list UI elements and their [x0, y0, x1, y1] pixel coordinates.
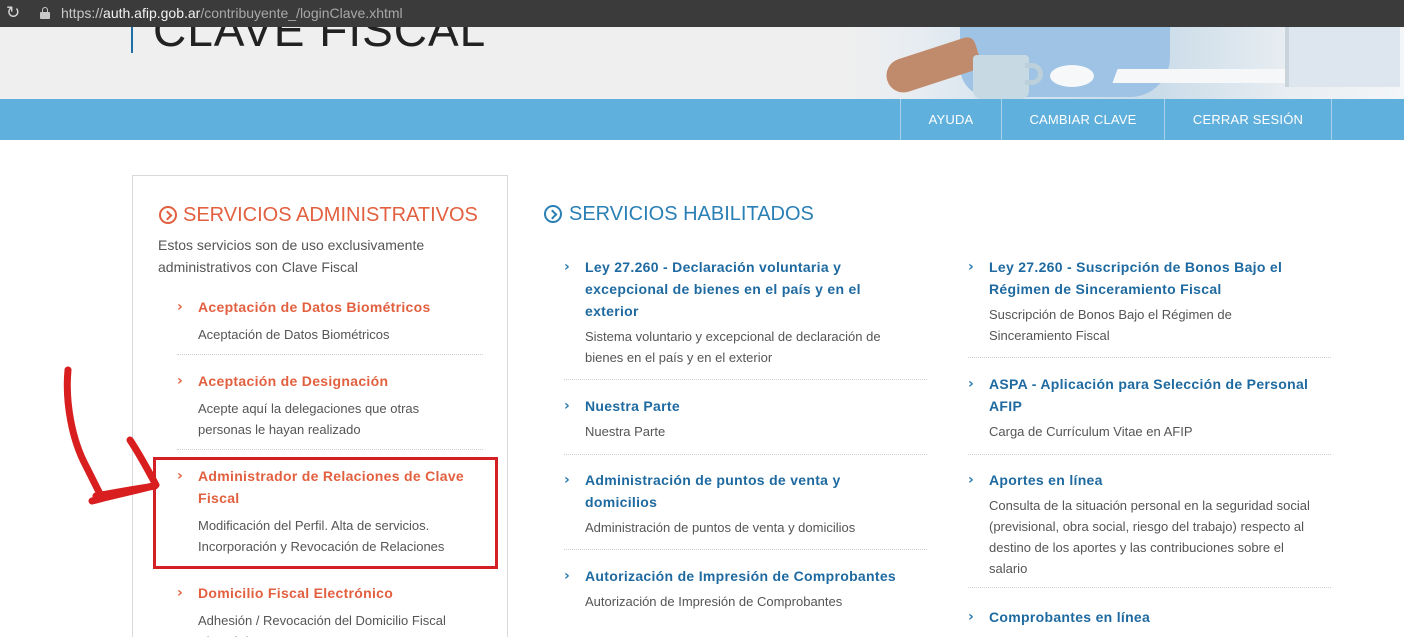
divider — [968, 357, 1331, 358]
service-description: Adhesión / Revocación del Domicilio Fisc… — [198, 613, 446, 637]
service-link[interactable]: Autorización de Impresión de Comprobante… — [585, 565, 925, 587]
service-link[interactable]: Aportes en línea — [989, 469, 1309, 491]
divider — [177, 449, 483, 450]
circle-chevron-right-icon — [159, 206, 177, 224]
nav-cerrar-sesion-link[interactable]: CERRAR SESIÓN — [1165, 99, 1331, 140]
service-link[interactable]: Administración de puntos de venta y domi… — [585, 469, 865, 513]
lock-icon — [40, 7, 50, 19]
service-link[interactable]: ASPA - Aplicación para Selección de Pers… — [989, 373, 1324, 417]
service-description: Acepte aquí la delegaciones que otras pe… — [198, 401, 420, 437]
nav-cambiar-clave-link[interactable]: CAMBIAR CLAVE — [1002, 99, 1164, 140]
chevron-right-icon: › — [564, 398, 570, 414]
service-link[interactable]: Domicilio Fiscal Electrónico — [198, 582, 483, 604]
circle-chevron-right-icon — [544, 205, 562, 223]
service-link[interactable]: Aceptación de Designación — [198, 370, 483, 392]
service-description: Administración de puntos de venta y domi… — [585, 520, 856, 535]
service-link[interactable]: Comprobantes en línea — [989, 606, 1309, 628]
chevron-right-icon: › — [968, 472, 974, 488]
service-link[interactable]: Ley 27.260 - Suscripción de Bonos Bajo e… — [989, 256, 1299, 300]
service-link[interactable]: Ley 27.260 - Declaración voluntaria y ex… — [585, 256, 885, 322]
enabled-services-title: SERVICIOS HABILITADOS — [569, 203, 814, 225]
chevron-right-icon: › — [968, 609, 974, 625]
divider — [564, 454, 927, 455]
divider — [968, 454, 1331, 455]
service-link[interactable]: Aceptación de Datos Biométricos — [198, 296, 483, 318]
chevron-right-icon: › — [564, 472, 570, 488]
service-description: Nuestra Parte — [585, 424, 666, 439]
divider — [177, 354, 483, 355]
service-description: Sistema voluntario y excepcional de decl… — [585, 329, 881, 365]
header-photo — [845, 27, 1404, 99]
chevron-right-icon: › — [177, 585, 183, 601]
service-description: Autorización de Impresión de Comprobante… — [585, 594, 843, 609]
chevron-right-icon: › — [564, 259, 570, 275]
brand-title: CLAVE FISCAL — [153, 27, 487, 56]
service-description: Suscripción de Bonos Bajo el Régimen de … — [989, 307, 1232, 343]
chevron-right-icon: › — [564, 568, 570, 584]
reload-icon[interactable]: ↻ — [6, 4, 24, 22]
admin-services-description: Estos servicios son de uso exclusivament… — [158, 237, 425, 275]
service-description: Aceptación de Datos Biométricos — [198, 327, 390, 342]
service-description: Carga de Currículum Vitae en AFIP — [989, 424, 1193, 439]
red-arrow-annotation — [63, 366, 160, 505]
brand-divider — [131, 27, 133, 53]
browser-address-bar[interactable]: ↻ https://auth.afip.gob.ar/contribuyente… — [0, 0, 1404, 27]
service-link[interactable]: Nuestra Parte — [585, 395, 905, 417]
top-navbar: AYUDA CAMBIAR CLAVE CERRAR SESIÓN — [0, 99, 1404, 140]
site-header: CLAVE FISCAL — [0, 27, 1404, 99]
nav-separator — [1331, 99, 1332, 140]
admin-services-title: SERVICIOS ADMINISTRATIVOS — [183, 204, 478, 226]
chevron-right-icon: › — [968, 376, 974, 392]
url-text[interactable]: https://auth.afip.gob.ar/contribuyente_/… — [61, 5, 403, 22]
divider — [564, 549, 927, 550]
highlight-box — [153, 457, 498, 569]
chevron-right-icon: › — [968, 259, 974, 275]
service-description: Consulta de la situación personal en la … — [989, 498, 1310, 576]
nav-ayuda-link[interactable]: AYUDA — [901, 99, 1001, 140]
divider — [564, 379, 927, 380]
divider — [968, 587, 1331, 588]
chevron-right-icon: › — [177, 299, 183, 315]
